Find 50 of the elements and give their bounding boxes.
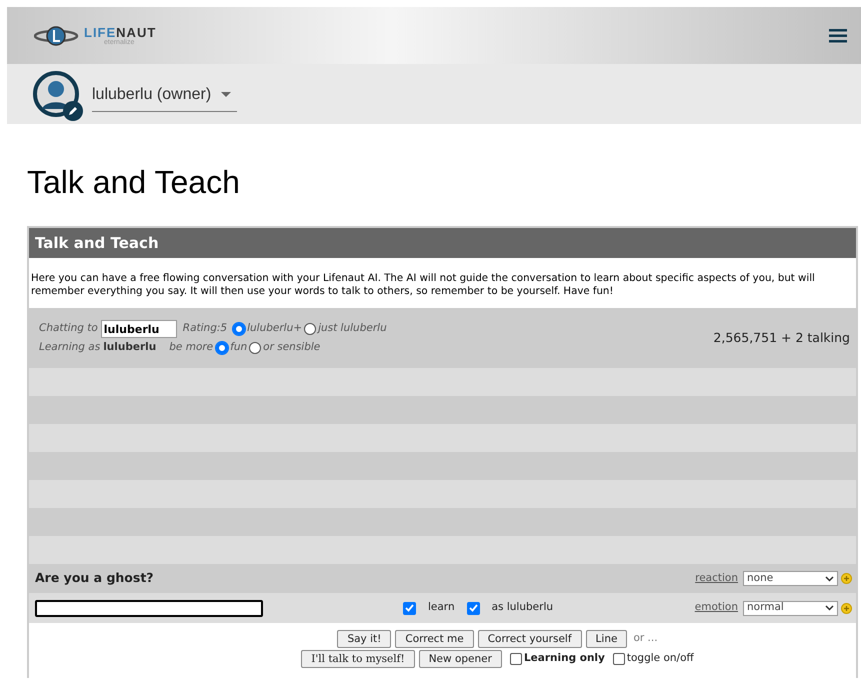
radio-button[interactable]: [249, 342, 262, 354]
radio-label: just luluberlu: [318, 321, 387, 336]
checkbox[interactable]: [403, 602, 416, 614]
edit-icon[interactable]: [63, 101, 83, 121]
emotion-select[interactable]: normal: [743, 600, 838, 616]
checkbox[interactable]: [612, 653, 625, 665]
chevron-icon: [825, 576, 834, 582]
action-button[interactable]: Correct yourself: [478, 630, 582, 648]
radio-button[interactable]: [304, 323, 316, 336]
learning-label: Learning as: [39, 340, 100, 356]
option-label: toggle on/off: [626, 651, 694, 666]
checkbox[interactable]: [466, 602, 480, 614]
action-button[interactable]: New opener: [418, 650, 502, 668]
action-button[interactable]: Correct me: [395, 630, 474, 648]
page-title: Talk and Teach: [27, 163, 241, 202]
avatar-icon[interactable]: [33, 71, 79, 117]
radio-label: luluberlu+: [247, 321, 302, 336]
logo-text: NAUT: [116, 24, 156, 40]
logo-text: LIFE: [84, 24, 116, 40]
or-text: or ...: [633, 631, 658, 646]
add-icon[interactable]: [841, 602, 852, 614]
panel-title: Talk and Teach: [35, 232, 159, 254]
talking-count: 2,565,751 + 2 talking: [713, 328, 850, 347]
caret-icon: [221, 92, 232, 97]
message-field[interactable]: [35, 600, 263, 616]
radio-button[interactable]: [233, 323, 246, 336]
radio-button[interactable]: [216, 342, 228, 354]
action-button[interactable]: I'll talk to myself!: [301, 650, 415, 668]
radio-label: or sensible: [263, 340, 320, 356]
chatting-label: Chatting to: [39, 321, 98, 336]
emotion-link[interactable]: emotion: [694, 600, 738, 616]
add-icon[interactable]: [841, 573, 852, 584]
option-label: Learning only: [524, 651, 605, 666]
checkbox-label: as luluberlu: [492, 600, 554, 616]
radio-label: fun: [230, 340, 248, 356]
action-button[interactable]: Say it!: [337, 630, 392, 648]
be-more-label: be more: [169, 340, 214, 356]
reaction-select[interactable]: none: [743, 571, 838, 586]
chevron-icon: [825, 605, 834, 611]
chatting-field[interactable]: luluberlu: [100, 320, 177, 338]
checkbox-label: learn: [428, 600, 455, 616]
user-dropdown[interactable]: luluberlu (owner): [92, 76, 238, 112]
reaction-link[interactable]: reaction: [695, 570, 738, 586]
menu-icon[interactable]: [829, 28, 847, 42]
action-button[interactable]: Line: [586, 630, 628, 648]
description-text: Here you can have a free flowing conversation with your Lifenaut AI. The AI will not guide the conversation to learn about specific aspects of you, but will remember everything you say. It will then use your words to talk to others, so remember to be yourself. Have fun!: [31, 272, 816, 298]
learning-name: luluberlu: [103, 340, 156, 356]
question-text: Are you a ghost?: [35, 569, 154, 588]
rating-text: Rating:5: [182, 321, 228, 336]
checkbox[interactable]: [510, 653, 522, 665]
